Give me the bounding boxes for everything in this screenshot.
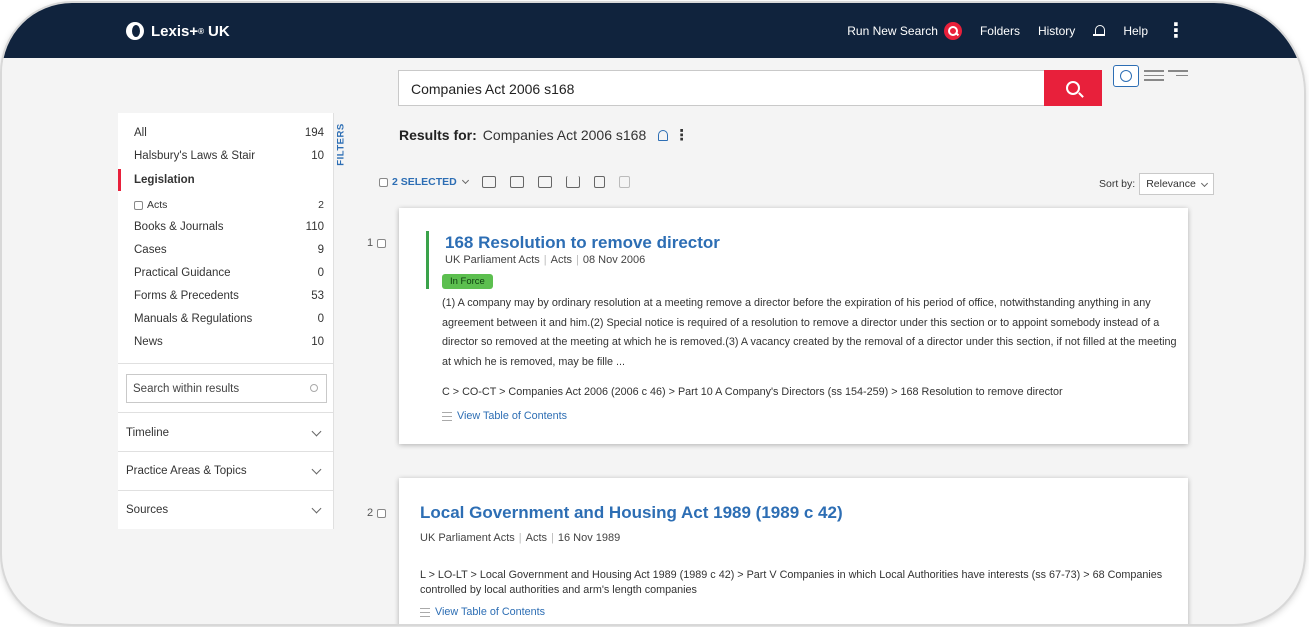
lexis-logo-icon bbox=[126, 22, 144, 40]
search-query-text: Companies Act 2006 s168 bbox=[411, 81, 575, 97]
download-icon[interactable] bbox=[565, 176, 580, 188]
result-number: 2 bbox=[367, 507, 387, 519]
view-toc-link[interactable]: View Table of Contents bbox=[420, 606, 545, 618]
facet-books-journals[interactable]: Books & Journals 110 bbox=[134, 221, 324, 233]
facet-cases[interactable]: Cases 9 bbox=[134, 244, 324, 256]
alert-bell-icon[interactable] bbox=[658, 129, 669, 141]
timeline-section-toggle[interactable]: Timeline bbox=[126, 426, 326, 439]
logo-text: Lexis+ bbox=[151, 22, 199, 40]
divider bbox=[118, 363, 334, 364]
lexis-logo[interactable]: Lexis+ ® UK bbox=[126, 22, 230, 40]
pie-view-icon bbox=[1120, 70, 1132, 82]
search-bar-area: Companies Act 2006 s168 bbox=[2, 58, 1304, 113]
select-all-checkbox[interactable] bbox=[379, 177, 388, 187]
result-title-link[interactable]: 168 Resolution to remove director bbox=[445, 233, 720, 253]
facet-news[interactable]: News 10 bbox=[134, 336, 324, 348]
help-link[interactable]: Help bbox=[1123, 24, 1148, 38]
result-breadcrumb-path[interactable]: C > CO-CT > Companies Act 2006 (2006 c 4… bbox=[442, 386, 1063, 398]
save-to-device-icon[interactable] bbox=[593, 176, 605, 188]
view-toc-link[interactable]: View Table of Contents bbox=[442, 410, 567, 422]
active-facet-indicator bbox=[118, 169, 121, 191]
acts-checkbox[interactable] bbox=[134, 200, 143, 210]
results-more-icon[interactable]: ⋮ bbox=[674, 126, 689, 144]
divider bbox=[118, 451, 334, 452]
top-nav-links: Run New Search Folders History Help ⋮ bbox=[847, 21, 1186, 41]
results-toolbar: 2 SELECTED bbox=[379, 176, 630, 188]
results-query: Companies Act 2006 s168 bbox=[482, 127, 647, 143]
search-icon bbox=[1066, 81, 1080, 95]
status-badge: In Force bbox=[442, 274, 493, 289]
folder-icon[interactable] bbox=[481, 176, 496, 188]
table-of-contents-icon bbox=[442, 411, 452, 421]
result-checkbox[interactable] bbox=[377, 508, 387, 518]
result-meta: UK Parliament Acts | Acts | 08 Nov 2006 bbox=[445, 254, 646, 266]
result-breadcrumb-path[interactable]: L > LO-LT > Local Government and Housing… bbox=[420, 568, 1170, 598]
logo-region: UK bbox=[208, 22, 230, 40]
email-icon[interactable] bbox=[537, 176, 552, 188]
run-new-search-button[interactable]: Run New Search bbox=[847, 22, 962, 40]
filters-tab[interactable]: FILTERS bbox=[336, 121, 354, 181]
app-window: Lexis+ ® UK Run New Search Folders Histor… bbox=[2, 3, 1304, 624]
folders-link[interactable]: Folders bbox=[980, 24, 1020, 38]
result-checkbox[interactable] bbox=[377, 238, 387, 248]
compact-view-icon[interactable] bbox=[1168, 70, 1188, 79]
facet-legislation[interactable]: Legislation bbox=[134, 174, 324, 186]
sort-select[interactable]: Relevance bbox=[1139, 173, 1214, 195]
facet-all[interactable]: All 194 bbox=[134, 127, 324, 139]
chevron-down-icon bbox=[311, 464, 322, 475]
list-view-icon[interactable] bbox=[1144, 70, 1164, 84]
selected-dropdown[interactable]: 2 SELECTED bbox=[379, 176, 469, 188]
more-options-icon[interactable]: ⋮ bbox=[1166, 21, 1186, 41]
search-icon bbox=[310, 384, 318, 392]
result-title-link[interactable]: Local Government and Housing Act 1989 (1… bbox=[420, 503, 843, 523]
search-input[interactable]: Companies Act 2006 s168 bbox=[398, 70, 1102, 106]
facet-acts[interactable]: Acts 2 bbox=[134, 199, 324, 211]
facet-practical-guidance[interactable]: Practical Guidance 0 bbox=[134, 267, 324, 279]
view-toggle-button[interactable] bbox=[1113, 65, 1139, 87]
facet-manuals-regulations[interactable]: Manuals & Regulations 0 bbox=[134, 313, 324, 325]
sources-section-toggle[interactable]: Sources bbox=[126, 503, 326, 516]
filter-sidebar: All 194 Halsbury's Laws & Stair 10 Legisla… bbox=[118, 113, 334, 529]
search-within-input[interactable]: Search within results bbox=[126, 374, 327, 403]
divider bbox=[118, 412, 334, 413]
result-meta: UK Parliament Acts | Acts | 16 Nov 1989 bbox=[420, 532, 621, 544]
in-force-accent-bar bbox=[426, 231, 429, 289]
history-link[interactable]: History bbox=[1038, 24, 1075, 38]
facet-forms-precedents[interactable]: Forms & Precedents 53 bbox=[134, 290, 324, 302]
chevron-down-icon bbox=[461, 176, 469, 185]
divider bbox=[118, 490, 334, 491]
result-card: Local Government and Housing Act 1989 (1… bbox=[399, 478, 1188, 624]
result-snippet: (1) A company may by ordinary resolution… bbox=[442, 297, 1177, 368]
notifications-bell-icon[interactable] bbox=[1093, 24, 1106, 38]
top-nav-bar: Lexis+ ® UK Run New Search Folders Histor… bbox=[2, 3, 1304, 58]
result-card: 168 Resolution to remove director UK Par… bbox=[399, 208, 1188, 444]
chevron-down-icon bbox=[311, 503, 322, 514]
practice-areas-section-toggle[interactable]: Practice Areas & Topics bbox=[126, 464, 326, 477]
table-of-contents-icon bbox=[420, 607, 430, 617]
document-icon[interactable] bbox=[618, 176, 630, 188]
results-header: Results for: Companies Act 2006 s168 ⋮ bbox=[399, 126, 690, 144]
print-icon[interactable] bbox=[509, 176, 524, 188]
facet-halsburys[interactable]: Halsbury's Laws & Stair 10 bbox=[134, 150, 324, 162]
chevron-down-icon bbox=[311, 426, 322, 437]
chevron-down-icon bbox=[1200, 179, 1208, 187]
sort-by-control: Sort by: Relevance bbox=[1099, 173, 1214, 195]
search-button[interactable] bbox=[1044, 70, 1102, 106]
result-number: 1 bbox=[367, 237, 387, 249]
search-icon bbox=[943, 22, 962, 40]
